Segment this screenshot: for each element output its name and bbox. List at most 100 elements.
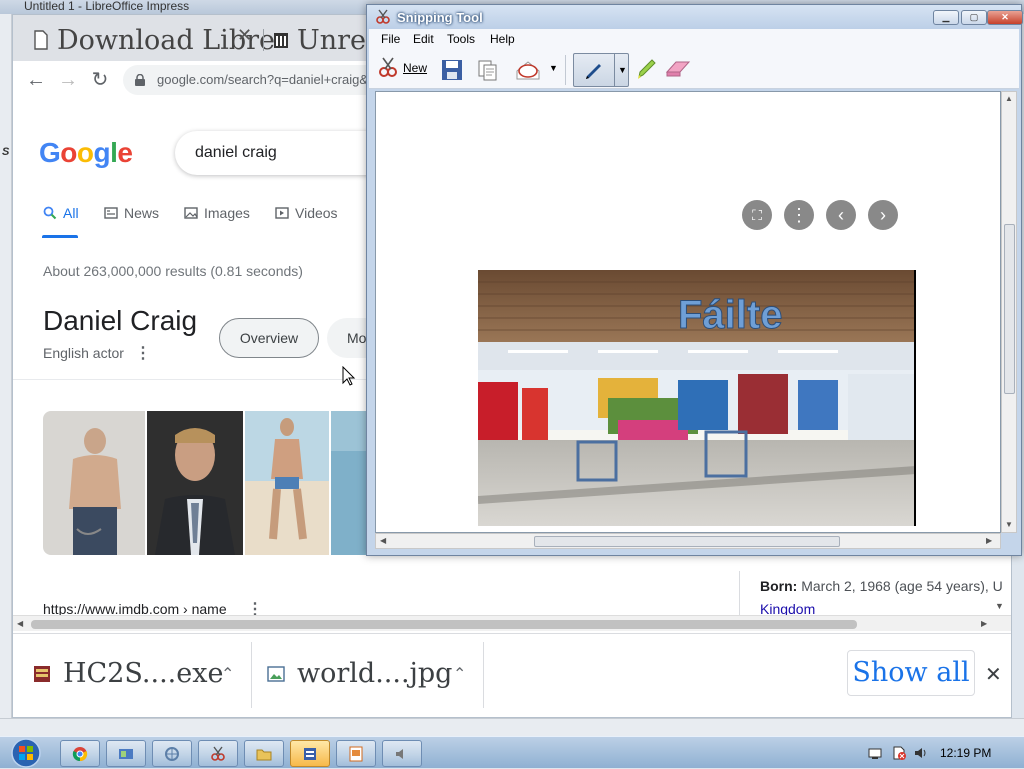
highlighter-icon[interactable] — [635, 57, 657, 81]
download-filename[interactable]: HC2S....exe — [63, 658, 223, 689]
forward-arrow-icon[interactable]: → — [55, 67, 81, 93]
news-icon — [104, 207, 118, 219]
taskbar-audio[interactable] — [382, 740, 422, 767]
supermarket-photo: Fáilte — [478, 270, 916, 526]
download-filename[interactable]: world....jpg — [297, 658, 452, 689]
maximize-icon[interactable]: ▢ — [961, 10, 987, 25]
scroll-left-arrow-icon[interactable]: ◀ — [17, 619, 23, 628]
tab-videos[interactable]: Videos — [275, 205, 338, 221]
taskbar: 12:19 PM — [0, 736, 1024, 768]
menu-tools[interactable]: Tools — [447, 32, 475, 46]
libreoffice-status-area — [0, 718, 1024, 736]
network-icon — [165, 747, 179, 761]
mouse-cursor-icon — [342, 366, 356, 386]
snip-canvas: Fáilte ✕ ⛶ ⋮ ‹ › — [375, 91, 1001, 533]
chevron-up-icon[interactable]: ⌃ — [453, 664, 466, 684]
presentation-icon — [349, 746, 363, 762]
menu-file[interactable]: File — [381, 32, 400, 46]
tab-all[interactable]: All — [43, 205, 79, 221]
libreoffice-side-panel — [0, 14, 12, 734]
split-divider — [614, 54, 615, 86]
back-arrow-icon[interactable]: ← — [23, 67, 49, 93]
taskbar-explorer[interactable] — [244, 740, 284, 767]
action-center-icon[interactable] — [892, 746, 906, 760]
new-snip-button[interactable]: New — [377, 57, 427, 79]
born-label: Born: — [760, 578, 798, 594]
vertical-scrollbar[interactable]: ▲ ▼ — [1001, 91, 1017, 533]
chevron-right-icon: › — [868, 200, 898, 230]
eraser-icon[interactable] — [665, 59, 691, 79]
more-options-icon: ⋮ — [784, 200, 814, 230]
scissors-icon — [376, 9, 390, 24]
tab-close-icon[interactable]: ✕ — [237, 25, 252, 46]
speaker-icon — [396, 749, 403, 759]
actor-photo-1 — [43, 411, 145, 555]
close-icon[interactable]: ✕ — [987, 10, 1023, 25]
libreoffice-title: Untitled 1 - LibreOffice Impress — [24, 0, 190, 13]
result-stats: About 263,000,000 results (0.81 seconds) — [43, 263, 303, 279]
image-result[interactable] — [147, 411, 243, 555]
more-options-icon[interactable]: ⋮ — [135, 343, 151, 363]
tab-images[interactable]: Images — [184, 205, 250, 221]
taskbar-impress[interactable] — [336, 740, 376, 767]
chevron-down-icon[interactable]: ▼ — [549, 63, 558, 73]
libreoffice-side-letter: S — [2, 146, 10, 158]
menu-edit[interactable]: Edit — [413, 32, 434, 46]
tab-news[interactable]: News — [104, 205, 159, 221]
start-button-icon[interactable] — [6, 737, 46, 769]
horizontal-scrollbar[interactable]: ◀ ▶ — [13, 615, 1011, 631]
downloads-bar: HC2S....exe ⌃ world....jpg ⌃ Show all ✕ — [13, 633, 1011, 717]
network-tray-icon[interactable] — [868, 746, 882, 760]
taskbar-network[interactable] — [152, 740, 192, 767]
bank-icon — [274, 33, 288, 48]
scroll-right-arrow-icon[interactable]: ▶ — [986, 536, 992, 545]
save-icon[interactable] — [441, 59, 463, 81]
taskbar-snipping-tool[interactable] — [198, 740, 238, 767]
image-result[interactable] — [331, 411, 371, 555]
scissors-icon — [211, 746, 225, 761]
chevron-up-icon[interactable]: ⌃ — [221, 664, 234, 684]
scroll-down-arrow-icon[interactable]: ▼ — [995, 601, 1004, 611]
menu-bar: File Edit Tools Help — [369, 29, 1019, 49]
scrollbar-thumb[interactable] — [1004, 224, 1015, 394]
scrollbar-thumb[interactable] — [31, 620, 857, 629]
taskbar-chrome[interactable] — [60, 740, 100, 767]
show-all-button[interactable]: Show all — [847, 650, 975, 696]
pen-tool-button[interactable]: ▼ — [573, 53, 629, 87]
control-panel-icon — [119, 749, 133, 759]
page-icon — [34, 30, 48, 50]
image-result[interactable] — [245, 411, 329, 555]
ocean-photo — [331, 411, 371, 555]
snipping-toolbar: New ▼ ▼ — [369, 49, 1019, 89]
tab-label: News — [124, 205, 160, 221]
send-snip-icon[interactable] — [515, 59, 541, 81]
google-logo[interactable]: Google — [39, 137, 133, 169]
lens-icon: ⛶ — [742, 200, 772, 230]
chevron-left-icon: ‹ — [826, 200, 856, 230]
close-icon: ✕ — [493, 205, 509, 225]
scroll-right-arrow-icon[interactable]: ▶ — [981, 619, 987, 628]
clock[interactable]: 12:19 PM — [940, 746, 991, 760]
image-file-icon — [267, 666, 285, 682]
snipping-tool-title-bar[interactable]: Snipping Tool ▁ ▢ ✕ — [367, 5, 1023, 29]
scroll-up-arrow-icon[interactable]: ▲ — [1005, 94, 1013, 103]
actor-photo-2 — [147, 411, 243, 555]
taskbar-control-panel[interactable] — [106, 740, 146, 767]
chip-overview[interactable]: Overview — [219, 318, 319, 358]
copy-icon[interactable] — [477, 59, 499, 81]
scrollbar-thumb[interactable] — [534, 536, 840, 547]
minimize-icon[interactable]: ▁ — [933, 10, 959, 25]
scroll-down-arrow-icon[interactable]: ▼ — [1005, 520, 1013, 529]
menu-help[interactable]: Help — [490, 32, 515, 46]
scroll-left-arrow-icon[interactable]: ◀ — [380, 536, 386, 545]
taskbar-installer[interactable] — [290, 740, 330, 767]
knowledge-panel-title: Daniel Craig — [43, 305, 198, 336]
volume-icon[interactable] — [914, 746, 928, 760]
horizontal-scrollbar[interactable]: ◀ ▶ — [375, 533, 1001, 549]
image-result[interactable] — [43, 411, 145, 555]
close-icon[interactable]: ✕ — [985, 662, 1002, 687]
scissors-icon — [379, 57, 397, 77]
reload-icon[interactable]: ↻ — [87, 67, 113, 93]
chevron-down-icon[interactable]: ▼ — [618, 65, 627, 75]
store-sign: Fáilte — [678, 293, 782, 337]
